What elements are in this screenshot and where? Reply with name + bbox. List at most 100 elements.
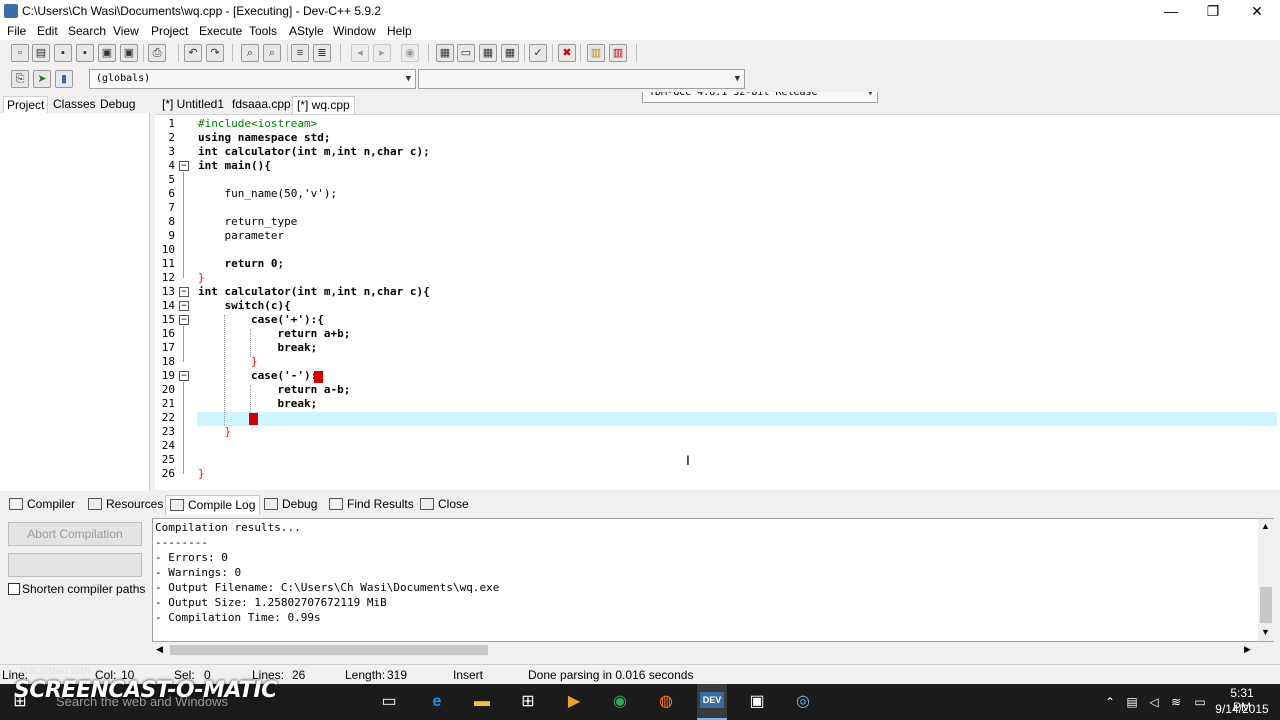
menu-file[interactable]: File: [7, 24, 26, 38]
menu-tools[interactable]: Tools: [249, 24, 277, 38]
edge-browser-icon[interactable]: e: [425, 690, 449, 714]
window-icon[interactable]: ▭: [457, 44, 475, 62]
fold-toggle[interactable]: −: [179, 161, 189, 171]
abort-compilation-button[interactable]: Abort Compilation: [8, 522, 142, 546]
close-all-icon[interactable]: ▣: [120, 44, 138, 62]
media-app-icon[interactable]: ▶: [562, 690, 586, 714]
app-window-icon[interactable]: ▣: [745, 690, 769, 714]
menu-edit[interactable]: Edit: [37, 24, 58, 38]
tab-compile-log[interactable]: Compile Log: [165, 495, 261, 515]
maximize-button[interactable]: ❐: [1190, 0, 1236, 22]
fold-toggle[interactable]: −: [179, 287, 189, 297]
toolbar-separator: [340, 44, 341, 62]
menu-execute[interactable]: Execute: [199, 24, 242, 38]
store-icon[interactable]: ⊞: [516, 690, 540, 714]
menu-help[interactable]: Help: [387, 24, 412, 38]
project-options-icon[interactable]: ▦: [479, 44, 497, 62]
code-editor[interactable]: [155, 114, 1280, 490]
goto-bookmark-list-icon[interactable]: ▮: [55, 70, 73, 88]
print-icon[interactable]: ⎙: [148, 44, 166, 62]
indent-right-icon[interactable]: ▸: [373, 44, 391, 62]
replace-icon[interactable]: ⌕: [263, 44, 281, 62]
stop-execution-icon[interactable]: ✖: [558, 44, 576, 62]
class-browser-icon[interactable]: ▦: [501, 44, 519, 62]
function-select[interactable]: ▼: [418, 69, 745, 89]
goto-bookmark-icon[interactable]: ≣: [313, 44, 331, 62]
tab-untitled1[interactable]: [*] Untitled1: [158, 96, 228, 114]
progress-bar: [8, 553, 142, 577]
open-file-icon[interactable]: ▤: [32, 44, 50, 62]
log-horizontal-scrollbar[interactable]: ◀ ▶: [152, 642, 1258, 658]
screencast-icon[interactable]: ◎: [791, 690, 815, 714]
menu-search[interactable]: Search: [68, 24, 106, 38]
line-number: 6: [168, 187, 175, 200]
scroll-right-icon[interactable]: ▶: [1244, 644, 1251, 655]
tab-find-results[interactable]: Find Results: [325, 495, 418, 515]
profile-chart-icon[interactable]: ▥: [587, 44, 605, 62]
find-icon[interactable]: ⌕: [241, 44, 259, 62]
project-browser[interactable]: [0, 113, 150, 491]
tab-wq-cpp[interactable]: [*] wq.cpp: [292, 96, 355, 114]
menu-view[interactable]: View: [113, 24, 139, 38]
close-file-icon[interactable]: ▣: [98, 44, 116, 62]
tab-project[interactable]: Project: [3, 96, 49, 114]
menu-window[interactable]: Window: [333, 24, 376, 38]
wifi-icon[interactable]: ≋: [1164, 690, 1188, 714]
toggle-comment-icon[interactable]: ◉: [401, 44, 419, 62]
volume-icon[interactable]: ◁: [1142, 690, 1166, 714]
chevron-down-icon: ▼: [405, 74, 411, 84]
check-syntax-icon[interactable]: ✓: [529, 44, 547, 62]
firefox-icon[interactable]: ◍: [654, 690, 678, 714]
tab-debug-output[interactable]: Debug: [260, 495, 321, 515]
file-explorer-icon[interactable]: ▬: [470, 690, 494, 714]
log-vertical-scrollbar[interactable]: ▲ ▼: [1258, 519, 1274, 641]
new-file-icon[interactable]: ▫: [11, 44, 29, 62]
menu-project[interactable]: Project: [151, 24, 188, 38]
scroll-left-icon[interactable]: ◀: [156, 644, 163, 655]
tab-fdsaaa-cpp[interactable]: fdsaaa.cpp: [228, 96, 295, 114]
goto-line-icon[interactable]: ≡: [291, 44, 309, 62]
tab-classes[interactable]: Classes: [50, 96, 99, 114]
redo-icon[interactable]: ↷: [206, 44, 224, 62]
save-all-icon[interactable]: ▪: [76, 44, 94, 62]
scroll-thumb[interactable]: [170, 645, 488, 655]
toggle-bookmark-icon[interactable]: ➤: [33, 70, 51, 88]
new-project-icon[interactable]: ▦: [436, 44, 454, 62]
chrome-icon[interactable]: ◉: [608, 690, 632, 714]
undo-icon[interactable]: ↶: [184, 44, 202, 62]
devcpp-taskbar-button[interactable]: DEV: [697, 684, 727, 720]
code-line: int calculator(int m,int n,char c){: [198, 285, 430, 298]
close-button[interactable]: ✕: [1234, 0, 1280, 22]
scroll-down-icon[interactable]: ▼: [1261, 627, 1270, 637]
notification-icon[interactable]: ▭: [1188, 690, 1212, 714]
network-icon[interactable]: ▤: [1120, 690, 1144, 714]
compile-log-output[interactable]: Compilation results... -------- - Errors…: [152, 518, 1274, 642]
task-view-icon[interactable]: ▭: [377, 690, 401, 714]
toolbar-separator: [143, 44, 144, 62]
fold-toggle[interactable]: −: [179, 301, 189, 311]
minimize-button[interactable]: —: [1148, 0, 1194, 22]
indent-left-icon[interactable]: ◂: [351, 44, 369, 62]
tab-close[interactable]: Close: [416, 495, 473, 515]
save-icon[interactable]: ▪: [54, 44, 72, 62]
tab-debug[interactable]: Debug: [97, 96, 138, 114]
chevron-up-icon[interactable]: ⌃: [1098, 690, 1122, 714]
scroll-up-icon[interactable]: ▲: [1261, 521, 1270, 531]
brace-match-highlight: [314, 371, 323, 383]
delete-profile-icon[interactable]: ▥: [609, 44, 627, 62]
scroll-thumb[interactable]: [1260, 587, 1272, 623]
menu-astyle[interactable]: AStyle: [289, 24, 324, 38]
code-line: fun_name(50,'v');: [198, 187, 338, 200]
tab-label: Resources: [106, 497, 164, 511]
tab-resources[interactable]: Resources: [84, 495, 167, 515]
scope-select[interactable]: (globals) ▼: [89, 69, 416, 89]
bottom-panel-tabs: Compiler Resources Compile Log Debug Fin…: [0, 492, 1280, 516]
clock-date[interactable]: 9/14/2015: [1214, 702, 1270, 716]
shorten-paths-checkbox[interactable]: [8, 583, 20, 595]
tab-compiler[interactable]: Compiler: [5, 495, 79, 515]
fold-toggle[interactable]: −: [179, 371, 189, 381]
code-line: case('+'):{: [198, 313, 324, 326]
fold-toggle[interactable]: −: [179, 315, 189, 325]
insert-icon[interactable]: ⎘: [11, 70, 29, 88]
line-number: 3: [168, 145, 175, 158]
